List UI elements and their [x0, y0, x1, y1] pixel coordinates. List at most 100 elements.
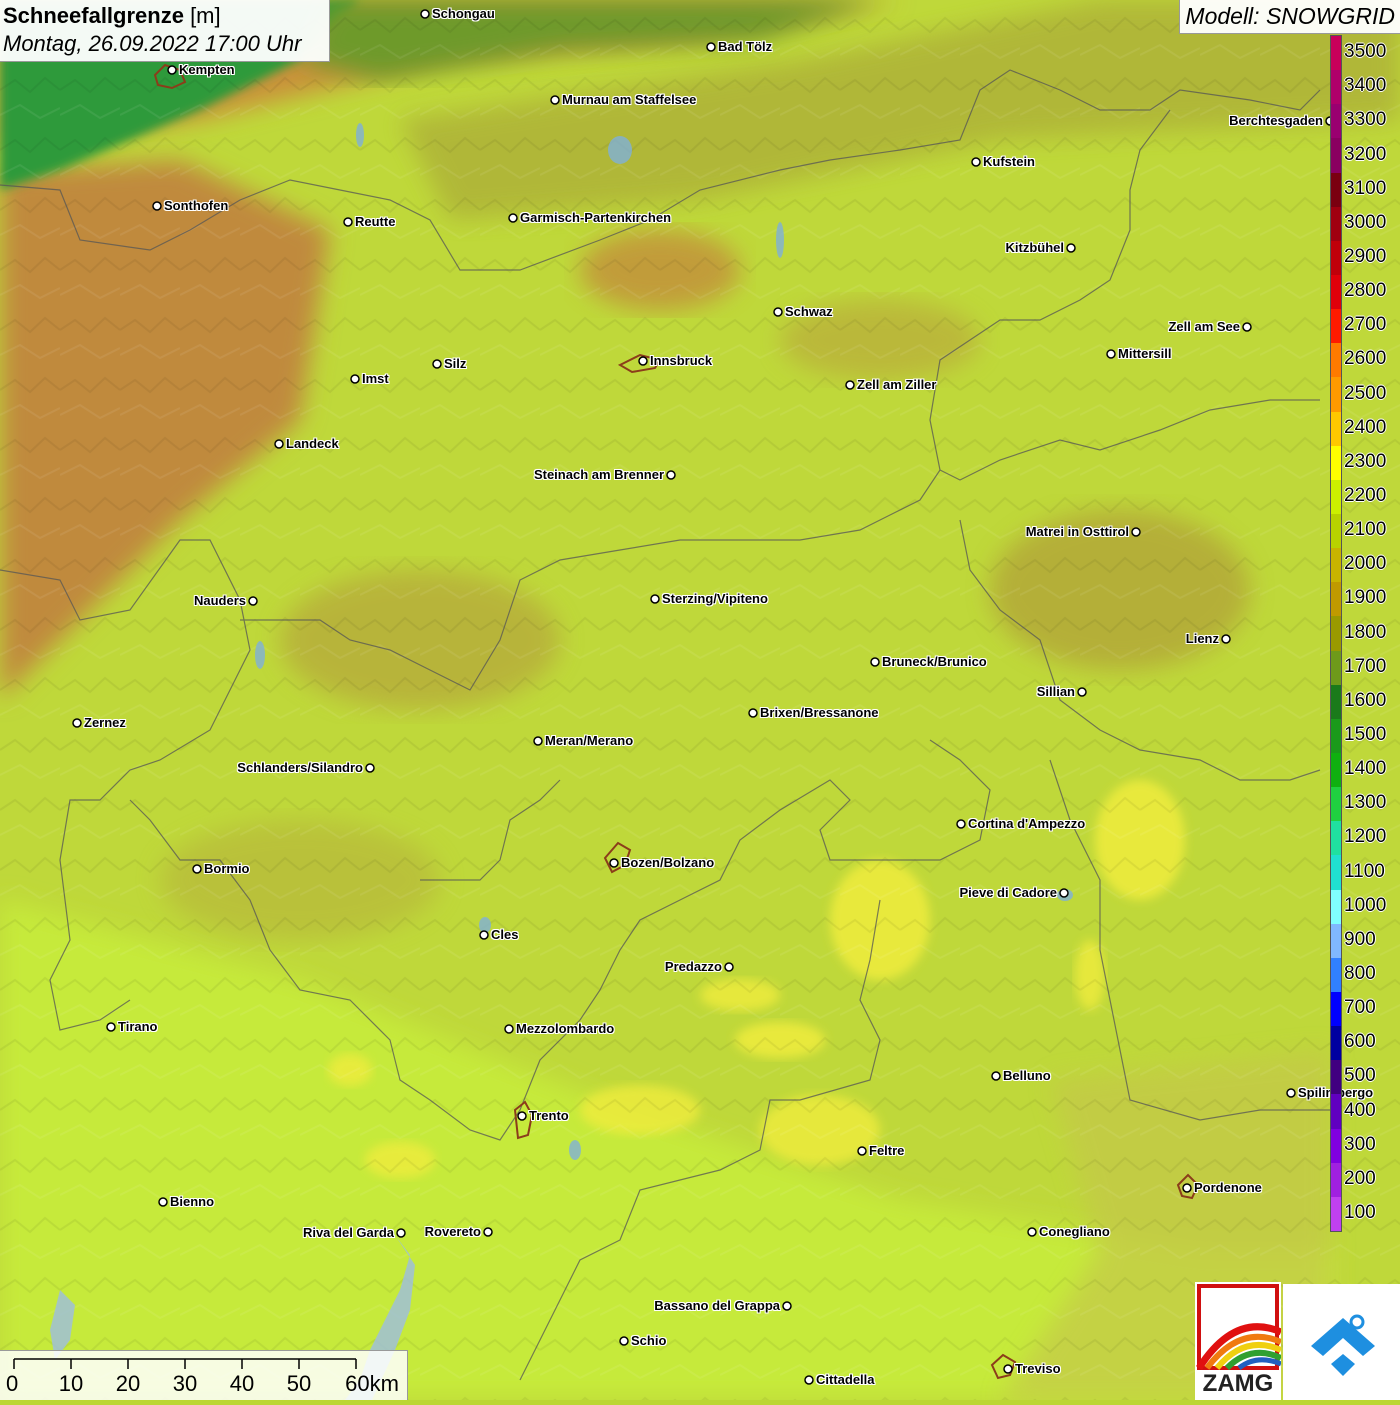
- city-marker[interactable]: [1106, 349, 1116, 359]
- legend-swatch: [1331, 240, 1341, 276]
- city-label: Landeck: [286, 436, 339, 451]
- city-marker[interactable]: [971, 157, 981, 167]
- city-marker[interactable]: [804, 1375, 814, 1385]
- legend-label: 1300: [1344, 792, 1387, 814]
- city-marker[interactable]: [343, 217, 353, 227]
- city-marker[interactable]: [1077, 687, 1087, 697]
- city-marker[interactable]: [167, 65, 177, 75]
- legend-label: 1900: [1344, 587, 1387, 609]
- legend-swatch: [1331, 1060, 1341, 1095]
- legend-swatch: [1331, 616, 1341, 652]
- city-marker[interactable]: [1242, 322, 1252, 332]
- city-label: Treviso: [1015, 1361, 1061, 1376]
- city-marker[interactable]: [274, 439, 284, 449]
- city-marker[interactable]: [420, 9, 430, 19]
- legend-swatch: [1331, 104, 1341, 139]
- legend-swatch: [1331, 411, 1341, 447]
- city-label: Cortina d'Ampezzo: [968, 816, 1086, 831]
- scale-label: 30: [172, 1371, 198, 1396]
- city-marker[interactable]: [192, 864, 202, 874]
- city-label: Garmisch-Partenkirchen: [520, 210, 672, 225]
- city-marker[interactable]: [152, 201, 162, 211]
- city-marker[interactable]: [650, 594, 660, 604]
- legend-label: 1400: [1344, 758, 1387, 780]
- mountain-icon: [1311, 1314, 1375, 1376]
- scale-label: 0: [6, 1371, 19, 1396]
- legend-label: 200: [1344, 1167, 1376, 1189]
- legend-label: 100: [1344, 1201, 1376, 1223]
- city-marker[interactable]: [956, 819, 966, 829]
- city-marker[interactable]: [638, 356, 648, 366]
- city-marker[interactable]: [666, 470, 676, 480]
- city-label: Zell am Ziller: [857, 377, 937, 392]
- city-label: Schongau: [432, 6, 495, 21]
- city-marker[interactable]: [619, 1336, 629, 1346]
- legend-label: 800: [1344, 962, 1376, 984]
- legend-swatch: [1331, 445, 1341, 481]
- legend-swatch: [1331, 1196, 1341, 1232]
- legend-swatch: [1331, 718, 1341, 754]
- city-marker[interactable]: [782, 1301, 792, 1311]
- city-marker[interactable]: [479, 930, 489, 940]
- city-label: Bienno: [170, 1194, 215, 1209]
- city-marker[interactable]: [857, 1146, 867, 1156]
- map-date: Montag, 26.09.2022 17:00 Uhr: [3, 31, 302, 56]
- city-marker[interactable]: [1003, 1364, 1013, 1374]
- city-marker[interactable]: [504, 1024, 514, 1034]
- city-label: Conegliano: [1039, 1224, 1110, 1239]
- city-label: Lienz: [1185, 631, 1219, 646]
- city-label: Pieve di Cadore: [959, 885, 1057, 900]
- legend-swatch: [1331, 275, 1341, 310]
- legend-label: 3100: [1344, 177, 1387, 199]
- city-marker[interactable]: [248, 596, 258, 606]
- city-label: Schwaz: [785, 304, 833, 319]
- city-label: Tirano: [118, 1019, 158, 1034]
- city-label: Sillian: [1036, 684, 1075, 699]
- city-marker[interactable]: [748, 708, 758, 718]
- city-marker[interactable]: [991, 1071, 1001, 1081]
- city-marker[interactable]: [1059, 888, 1069, 898]
- city-marker[interactable]: [483, 1227, 493, 1237]
- city-marker[interactable]: [533, 736, 543, 746]
- city-marker[interactable]: [350, 374, 360, 384]
- city-marker[interactable]: [72, 718, 82, 728]
- color-legend-bar: [1330, 35, 1342, 1232]
- city-marker[interactable]: [396, 1228, 406, 1238]
- city-marker[interactable]: [706, 42, 716, 52]
- city-label: Cles: [491, 927, 519, 942]
- city-marker[interactable]: [609, 858, 619, 868]
- city-label: Riva del Garda: [302, 1225, 394, 1240]
- legend-swatch: [1331, 1094, 1341, 1130]
- city-marker[interactable]: [773, 307, 783, 317]
- city-marker[interactable]: [1027, 1227, 1037, 1237]
- city-marker[interactable]: [158, 1197, 168, 1207]
- city-marker[interactable]: [870, 657, 880, 667]
- legend-swatch: [1331, 172, 1341, 208]
- legend-swatch: [1331, 309, 1341, 344]
- legend-swatch: [1331, 684, 1341, 720]
- city-label: Matrei in Osttirol: [1025, 524, 1129, 539]
- city-marker[interactable]: [1182, 1183, 1192, 1193]
- legend-swatch: [1331, 992, 1341, 1027]
- legend-label: 300: [1344, 1133, 1376, 1155]
- city-marker[interactable]: [845, 380, 855, 390]
- city-marker[interactable]: [517, 1111, 527, 1121]
- city-label: Trento: [529, 1108, 569, 1123]
- legend-label: 2500: [1344, 382, 1387, 404]
- city-marker[interactable]: [1221, 634, 1231, 644]
- city-marker[interactable]: [365, 763, 375, 773]
- legend-label: 600: [1344, 1031, 1376, 1053]
- city-label: Mittersill: [1118, 346, 1172, 361]
- city-marker[interactable]: [106, 1022, 116, 1032]
- city-marker[interactable]: [1131, 527, 1141, 537]
- legend-label: 2900: [1344, 245, 1387, 267]
- city-marker[interactable]: [724, 962, 734, 972]
- city-marker[interactable]: [1286, 1088, 1296, 1098]
- city-marker[interactable]: [1066, 243, 1076, 253]
- city-marker[interactable]: [508, 213, 518, 223]
- legend-swatch: [1331, 889, 1341, 925]
- city-marker[interactable]: [432, 359, 442, 369]
- scale-label: 40: [229, 1371, 255, 1396]
- city-label: Murnau am Staffelsee: [562, 92, 697, 107]
- city-marker[interactable]: [550, 95, 560, 105]
